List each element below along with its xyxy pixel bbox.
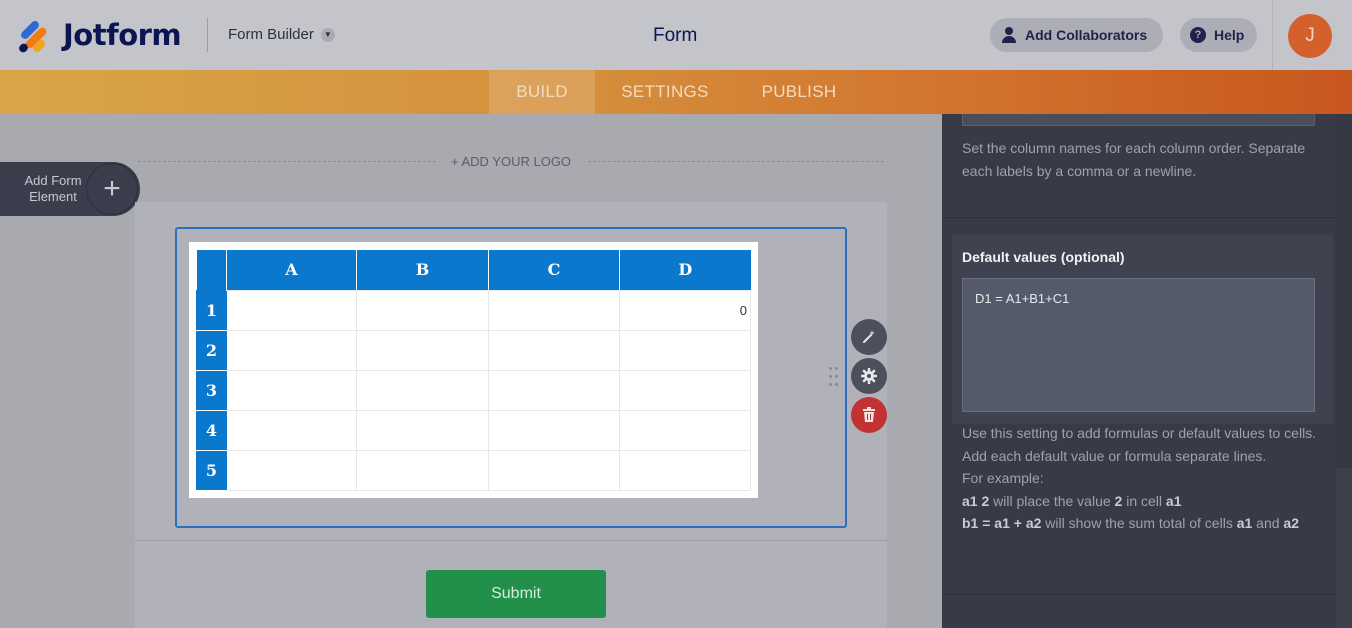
example-cell: a1 — [1165, 492, 1182, 509]
form-title[interactable]: Form — [653, 25, 697, 47]
table-cell[interactable] — [226, 369, 357, 411]
corner-cell — [196, 250, 227, 290]
table-cell[interactable] — [356, 329, 489, 371]
panel-scrollbar-thumb[interactable] — [1336, 468, 1352, 628]
table-cell[interactable] — [226, 329, 357, 371]
column-names-help: Set the column names for each column ord… — [962, 140, 1306, 179]
table-cell[interactable] — [488, 329, 620, 371]
table-cell[interactable] — [488, 289, 620, 331]
column-names-textarea[interactable] — [962, 114, 1315, 126]
row-header: 4 — [196, 409, 227, 451]
help-line: For example: — [962, 470, 1044, 486]
column-header: D — [619, 250, 751, 290]
delete-field-button[interactable] — [851, 397, 887, 433]
jotform-logo-icon — [17, 18, 50, 55]
panel-divider — [942, 594, 1336, 595]
example-code: a1 2 — [962, 492, 990, 509]
add-collaborators-label: Add Collaborators — [1025, 27, 1148, 43]
example-text: and — [1252, 515, 1284, 531]
brand-name: Jotform — [63, 18, 182, 52]
drag-handle-icon[interactable] — [829, 367, 839, 389]
help-example: b1 = a1 + a2 will show the sum total of … — [962, 512, 1317, 535]
table-cell[interactable] — [619, 449, 751, 491]
default-values-help: Use this setting to add formulas or defa… — [962, 422, 1317, 535]
table-cell[interactable] — [356, 449, 489, 491]
table-row: 1 0 — [196, 289, 751, 331]
table-cell[interactable] — [226, 449, 357, 491]
table-cell[interactable] — [226, 409, 357, 451]
spreadsheet-table: A B C D 1 0 2 3 4 5 — [196, 250, 751, 491]
example-code: b1 = a1 + a2 — [962, 515, 1042, 531]
table-row: 2 — [196, 329, 751, 371]
header-divider-right — [1272, 0, 1273, 70]
column-header: C — [488, 250, 620, 290]
default-values-textarea[interactable]: D1 = A1+B1+C1 — [962, 278, 1315, 412]
example-text: will show the sum total of cells — [1041, 515, 1237, 531]
jotform-logo[interactable]: Jotform — [17, 18, 182, 55]
add-form-element-label: Add Form Element — [24, 173, 82, 204]
table-cell[interactable] — [356, 289, 489, 331]
table-row: 3 — [196, 369, 751, 411]
column-header: A — [226, 250, 357, 290]
row-header: 5 — [196, 449, 227, 491]
example-text: in cell — [1122, 492, 1166, 509]
add-form-element-button[interactable]: Add Form Element + — [0, 162, 140, 216]
row-header: 1 — [196, 289, 227, 331]
top-header: Jotform Form Builder ▼ Form Add Collabor… — [0, 0, 1352, 70]
logo-divider-left — [138, 161, 436, 162]
example-text: will place the value — [989, 492, 1115, 509]
question-icon: ? — [1190, 27, 1206, 43]
form-builder-dropdown[interactable]: Form Builder ▼ — [228, 26, 335, 43]
add-collaborators-button[interactable]: Add Collaborators — [990, 18, 1163, 52]
table-cell[interactable] — [356, 369, 489, 411]
tab-publish[interactable]: PUBLISH — [749, 70, 849, 114]
table-cell[interactable] — [488, 449, 620, 491]
trash-icon — [863, 407, 875, 422]
magic-wand-button[interactable] — [851, 319, 887, 355]
chevron-down-icon: ▼ — [320, 27, 335, 42]
gear-icon — [861, 368, 877, 384]
example-cell: a2 — [1283, 515, 1299, 531]
logo-divider-right — [588, 161, 884, 162]
table-cell[interactable]: 0 — [619, 289, 751, 331]
form-section-divider — [135, 540, 887, 541]
table-cell[interactable] — [488, 369, 620, 411]
table-row: 4 — [196, 409, 751, 451]
add-logo-link[interactable]: + ADD YOUR LOGO — [451, 154, 571, 169]
spreadsheet-widget[interactable]: A B C D 1 0 2 3 4 5 — [189, 242, 758, 498]
panel-divider — [942, 217, 1336, 218]
help-line: Add each default value or formula separa… — [962, 447, 1267, 464]
row-header: 2 — [196, 329, 227, 371]
help-example: a1 2 will place the value 2 in cell a1 — [962, 490, 1317, 513]
magic-wand-icon — [863, 330, 875, 343]
help-label: Help — [1214, 27, 1245, 43]
table-row: 5 — [196, 449, 751, 491]
header-divider — [207, 18, 208, 52]
submit-button[interactable]: Submit — [426, 570, 606, 618]
table-cell[interactable] — [356, 409, 489, 451]
help-button[interactable]: ? Help — [1180, 18, 1257, 52]
builder-navbar: BUILD SETTINGS PUBLISH — [0, 70, 1352, 114]
table-cell[interactable] — [226, 289, 357, 331]
column-header: B — [356, 250, 489, 290]
table-cell[interactable] — [619, 369, 751, 411]
example-cell: a1 — [1236, 515, 1253, 531]
plus-icon[interactable]: + — [86, 163, 138, 215]
table-cell[interactable] — [619, 329, 751, 371]
default-values-heading: Default values (optional) — [962, 249, 1125, 265]
field-settings-button[interactable] — [851, 358, 887, 394]
table-cell[interactable] — [488, 409, 620, 451]
tab-build[interactable]: BUILD — [489, 70, 595, 114]
table-cell[interactable] — [619, 409, 751, 451]
tab-settings[interactable]: SETTINGS — [612, 70, 718, 114]
row-header: 3 — [196, 369, 227, 411]
avatar[interactable]: J — [1288, 14, 1332, 58]
form-builder-label: Form Builder — [228, 26, 314, 43]
column-header-row: A B C D — [196, 250, 751, 290]
help-line: Use this setting to add formulas or defa… — [962, 425, 1317, 441]
user-icon — [1002, 27, 1016, 43]
